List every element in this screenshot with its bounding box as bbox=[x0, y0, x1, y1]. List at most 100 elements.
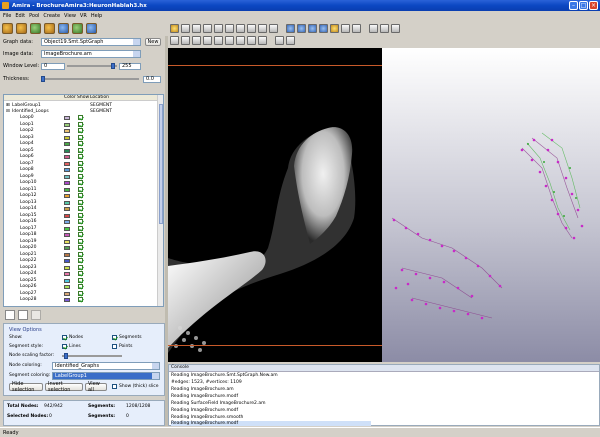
home-icon[interactable] bbox=[192, 23, 201, 33]
loop-show-checkbox[interactable] bbox=[78, 115, 83, 120]
view-icon[interactable] bbox=[86, 22, 97, 34]
loop-show-checkbox[interactable] bbox=[78, 180, 83, 185]
segment-coloring-select[interactable]: LabelGroup1 bbox=[52, 372, 160, 380]
loop-show-checkbox[interactable] bbox=[78, 271, 83, 276]
rotate-right-icon[interactable] bbox=[225, 35, 234, 45]
loop-show-checkbox[interactable] bbox=[78, 258, 83, 263]
tree-loop-row[interactable]: Loop7 bbox=[4, 160, 159, 167]
viewer-redo-icon[interactable] bbox=[286, 35, 295, 45]
tree-loop-row[interactable]: Loop6 bbox=[4, 154, 159, 160]
menu-create[interactable]: Create bbox=[43, 13, 60, 19]
loop-show-checkbox[interactable] bbox=[78, 154, 83, 159]
loop-show-checkbox[interactable] bbox=[78, 245, 83, 250]
loop-color-swatch[interactable] bbox=[64, 272, 70, 276]
menu-pool[interactable]: Pool bbox=[29, 13, 39, 19]
tree-loop-row[interactable]: Loop11 bbox=[4, 186, 159, 193]
tree-loop-row[interactable]: Loop17 bbox=[4, 225, 159, 232]
loop-show-checkbox[interactable] bbox=[78, 225, 83, 231]
rotate-icon[interactable] bbox=[258, 23, 267, 33]
tree-loop-row[interactable]: Loop28 bbox=[4, 297, 159, 303]
tree-loop-row[interactable]: Loop19 bbox=[4, 238, 159, 245]
loop-color-swatch[interactable] bbox=[64, 161, 70, 166]
fog-icon[interactable] bbox=[341, 23, 350, 33]
window-level-min[interactable]: 0 bbox=[41, 62, 65, 70]
maximize-button[interactable]: □ bbox=[579, 1, 588, 10]
loop-show-checkbox[interactable] bbox=[78, 134, 83, 140]
loop-color-swatch[interactable] bbox=[64, 122, 70, 127]
loop-color-swatch[interactable] bbox=[64, 129, 70, 133]
segments-checkbox[interactable]: Segments bbox=[112, 335, 142, 340]
menu-help[interactable]: Help bbox=[91, 13, 102, 19]
tree-loop-row[interactable]: Loop18 bbox=[4, 232, 159, 238]
loop-color-swatch[interactable] bbox=[64, 226, 70, 231]
stereo-icon[interactable] bbox=[297, 23, 306, 33]
tree-loop-row[interactable]: Loop2 bbox=[4, 128, 159, 134]
layout-icon[interactable] bbox=[319, 23, 328, 33]
tree-loop-row[interactable]: Loop1 bbox=[4, 121, 159, 128]
node-coloring-select[interactable]: Identified_Graphs bbox=[52, 362, 160, 370]
loop-color-swatch[interactable] bbox=[64, 213, 70, 218]
loop-color-swatch[interactable] bbox=[64, 207, 70, 211]
loop-show-checkbox[interactable] bbox=[78, 147, 83, 153]
tree-loop-row[interactable]: Loop4 bbox=[4, 141, 159, 147]
loop-color-swatch[interactable] bbox=[64, 181, 70, 185]
window-level-max[interactable]: 255 bbox=[119, 62, 141, 70]
set-home-icon[interactable] bbox=[203, 23, 212, 33]
loop-color-swatch[interactable] bbox=[64, 148, 70, 153]
tree-loop-row[interactable]: Loop16 bbox=[4, 219, 159, 225]
graph-icon[interactable] bbox=[72, 22, 83, 34]
tree-loop-row[interactable]: Loop27 bbox=[4, 290, 159, 297]
axis-icon[interactable] bbox=[170, 35, 179, 45]
tree-loop-row[interactable]: Loop9 bbox=[4, 173, 159, 180]
tree-loop-row[interactable]: Loop3 bbox=[4, 134, 159, 141]
loop-show-checkbox[interactable] bbox=[78, 141, 83, 146]
nodes-checkbox[interactable]: Nodes bbox=[62, 335, 83, 340]
tree-loop-row[interactable]: Loop21 bbox=[4, 251, 159, 258]
loop-color-swatch[interactable] bbox=[64, 265, 70, 270]
tree-scrollbar[interactable] bbox=[157, 95, 163, 306]
loop-show-checkbox[interactable] bbox=[78, 264, 83, 270]
loop-show-checkbox[interactable] bbox=[78, 199, 83, 205]
loop-show-checkbox[interactable] bbox=[78, 121, 83, 127]
snapshot-icon[interactable] bbox=[286, 23, 295, 33]
settings-tab-icon[interactable] bbox=[18, 310, 28, 320]
points-checkbox[interactable]: Points bbox=[112, 344, 133, 349]
interact-icon[interactable] bbox=[170, 23, 179, 33]
loop-show-checkbox[interactable] bbox=[78, 128, 83, 133]
tree-loop-row[interactable]: Loop0 bbox=[4, 115, 159, 121]
loop-show-checkbox[interactable] bbox=[78, 167, 83, 172]
tree-expander-icon[interactable]: ⊞ bbox=[6, 103, 10, 108]
loop-color-swatch[interactable] bbox=[64, 200, 70, 205]
tree-loop-row[interactable]: Loop8 bbox=[4, 167, 159, 173]
properties-tab-icon[interactable] bbox=[5, 310, 15, 320]
perspective-icon[interactable] bbox=[236, 23, 245, 33]
window-level-slider[interactable] bbox=[67, 63, 117, 69]
loop-color-swatch[interactable] bbox=[64, 135, 70, 140]
close-button[interactable]: × bbox=[589, 1, 598, 10]
loop-color-swatch[interactable] bbox=[64, 239, 70, 244]
loop-color-swatch[interactable] bbox=[64, 155, 70, 159]
loop-color-swatch[interactable] bbox=[64, 285, 70, 289]
tree-loop-row[interactable]: Loop24 bbox=[4, 271, 159, 277]
loop-color-swatch[interactable] bbox=[64, 194, 70, 198]
loop-show-checkbox[interactable] bbox=[78, 251, 83, 257]
invert-selection-button[interactable]: Invert selection bbox=[45, 381, 83, 393]
minimize-button[interactable]: – bbox=[569, 1, 578, 10]
loop-show-checkbox[interactable] bbox=[78, 160, 83, 166]
viewer-undo-icon[interactable] bbox=[275, 35, 284, 45]
show-slice-checkbox[interactable]: Show (thick) slice bbox=[112, 384, 159, 389]
quad-viewer-icon[interactable] bbox=[391, 23, 400, 33]
zoom-icon[interactable] bbox=[269, 23, 278, 33]
loop-show-checkbox[interactable] bbox=[78, 290, 83, 296]
thickness-value[interactable]: 0.0 bbox=[143, 75, 161, 83]
loop-show-checkbox[interactable] bbox=[78, 238, 83, 244]
x-view-icon[interactable] bbox=[181, 35, 190, 45]
loop-show-checkbox[interactable] bbox=[78, 219, 83, 224]
view-all-icon[interactable] bbox=[214, 23, 223, 33]
tree-loop-row[interactable]: Loop26 bbox=[4, 284, 159, 290]
loop-show-checkbox[interactable] bbox=[78, 173, 83, 179]
loop-color-swatch[interactable] bbox=[64, 278, 70, 283]
loop-show-checkbox[interactable] bbox=[78, 212, 83, 218]
tree-loop-row[interactable]: Loop22 bbox=[4, 258, 159, 264]
loop-color-swatch[interactable] bbox=[64, 298, 70, 302]
